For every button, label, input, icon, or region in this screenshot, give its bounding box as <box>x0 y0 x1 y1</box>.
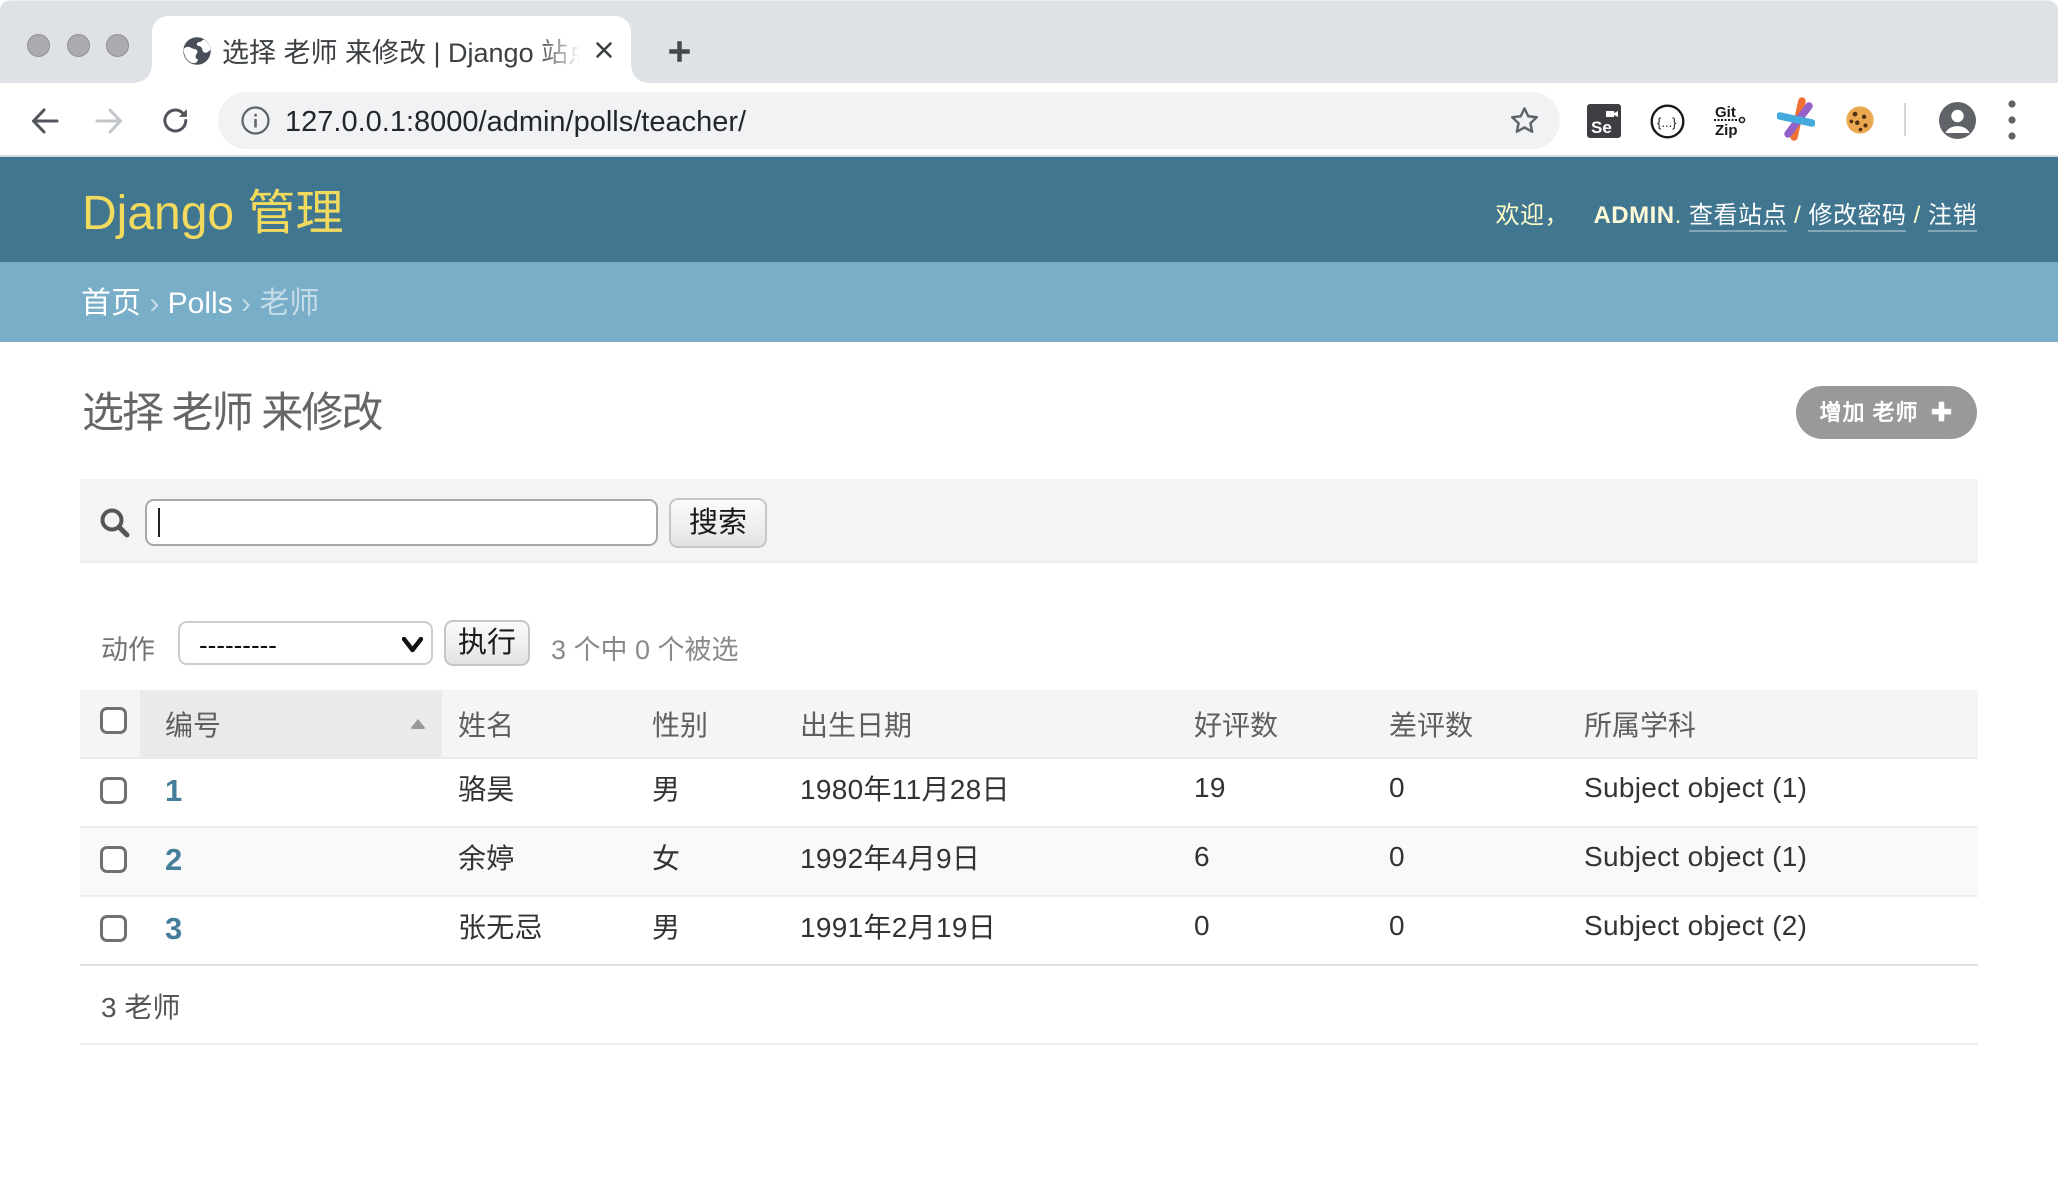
svg-text:{...}: {...} <box>1657 115 1677 130</box>
svg-text:Zip: Zip <box>1715 122 1738 139</box>
svg-text:Git: Git <box>1715 104 1736 121</box>
svg-text:Se: Se <box>1591 118 1612 137</box>
